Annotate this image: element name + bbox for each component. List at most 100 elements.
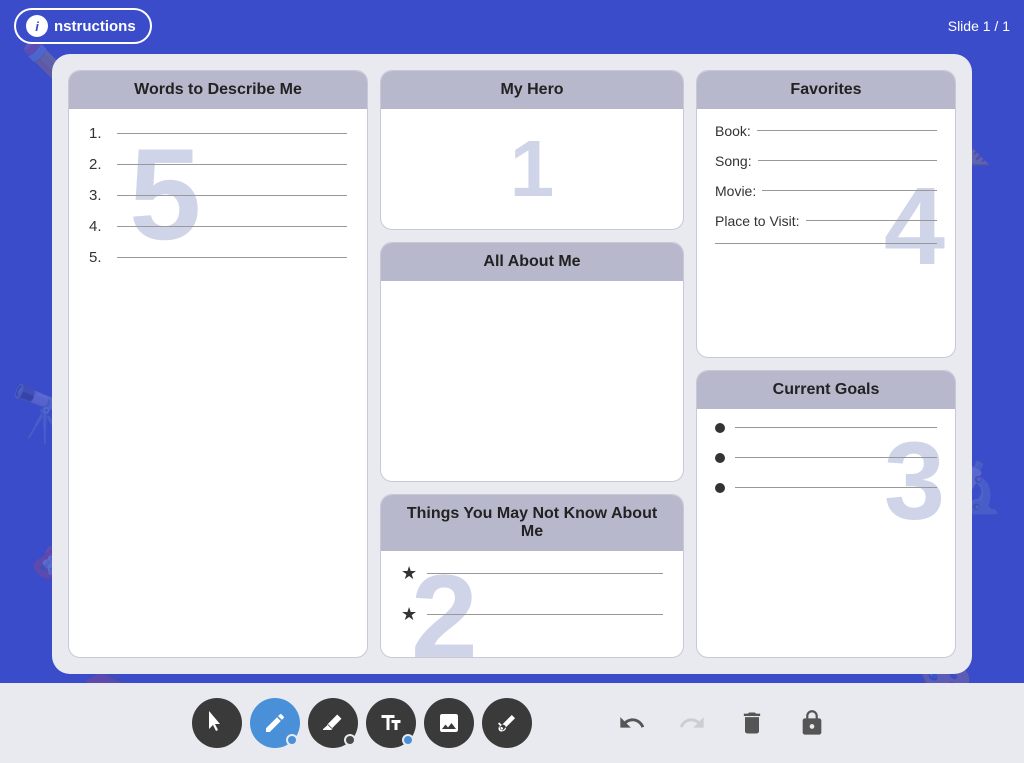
toolbar-tools	[192, 698, 532, 748]
describe-item-5: 5.	[89, 249, 347, 266]
goal-line-2	[735, 457, 937, 458]
goal-bullet-3	[715, 483, 725, 493]
describe-line-1	[117, 133, 347, 134]
goal-item-3	[715, 483, 937, 493]
eraser-tool-button[interactable]	[308, 698, 358, 748]
goal-bullet-2	[715, 453, 725, 463]
middle-column: My Hero 1 All About Me	[380, 70, 684, 482]
describe-line-5	[117, 257, 347, 258]
fav-book-label: Book:	[715, 123, 751, 139]
current-goals-panel: Current Goals 3	[696, 370, 956, 658]
lock-icon	[798, 709, 826, 737]
words-to-describe-panel: Words to Describe Me 5 1. 2. 3.	[68, 70, 368, 658]
delete-button[interactable]	[732, 703, 772, 743]
eraser-dot	[344, 734, 356, 746]
delete-icon	[738, 709, 766, 737]
all-about-me-panel: All About Me	[380, 242, 684, 482]
fav-song-line	[758, 160, 937, 161]
watermark-1: 1	[510, 123, 555, 215]
describe-item-4: 4.	[89, 218, 347, 235]
fav-movie-line	[762, 190, 937, 191]
describe-line-3	[117, 195, 347, 196]
describe-item-1: 1.	[89, 125, 347, 142]
shape-eraser-icon	[495, 711, 519, 735]
right-column: Favorites 4 Book: Song: Movie:	[696, 70, 956, 658]
instructions-button[interactable]: i nstructions	[14, 8, 152, 44]
text-icon	[379, 711, 403, 735]
things-body: 2 ★ ★	[381, 551, 683, 657]
main-content: Words to Describe Me 5 1. 2. 3.	[0, 52, 1024, 683]
pen-dot	[286, 734, 298, 746]
top-bar: i nstructions Slide 1 / 1	[0, 0, 1024, 52]
fav-place-line	[806, 220, 937, 221]
toolbar-actions	[612, 703, 832, 743]
current-goals-header: Current Goals	[697, 371, 955, 409]
describe-num-1: 1.	[89, 125, 113, 142]
favorites-panel: Favorites 4 Book: Song: Movie:	[696, 70, 956, 358]
cursor-tool-button[interactable]	[192, 698, 242, 748]
redo-button[interactable]	[672, 703, 712, 743]
star-2: ★	[401, 604, 417, 625]
pen-tool-button[interactable]	[250, 698, 300, 748]
fav-book: Book:	[715, 123, 937, 139]
left-column: Words to Describe Me 5 1. 2. 3.	[68, 70, 368, 658]
goal-line-1	[735, 427, 937, 428]
fav-movie-label: Movie:	[715, 183, 756, 199]
bottom-section: Things You May Not Know About Me 2 ★ ★	[380, 494, 684, 658]
slide-card: Words to Describe Me 5 1. 2. 3.	[52, 54, 972, 674]
favorites-body: 4 Book: Song: Movie: Place to Visit:	[697, 109, 955, 272]
star-1: ★	[401, 563, 417, 584]
fav-place-label: Place to Visit:	[715, 213, 800, 229]
undo-icon	[618, 709, 646, 737]
my-hero-header: My Hero	[381, 71, 683, 109]
my-hero-panel: My Hero 1	[380, 70, 684, 230]
fav-extra-line	[715, 243, 937, 244]
things-item-1: ★	[401, 563, 663, 584]
cursor-icon	[205, 711, 229, 735]
text-dot	[402, 734, 414, 746]
redo-icon	[678, 709, 706, 737]
info-icon: i	[26, 15, 48, 37]
my-hero-body: 1	[381, 109, 683, 229]
things-item-2: ★	[401, 604, 663, 625]
things-header: Things You May Not Know About Me	[381, 495, 683, 551]
fav-song: Song:	[715, 153, 937, 169]
toolbar	[0, 683, 1024, 763]
describe-line-2	[117, 164, 347, 165]
shape-eraser-tool-button[interactable]	[482, 698, 532, 748]
pen-icon	[263, 711, 287, 735]
fav-song-label: Song:	[715, 153, 752, 169]
all-about-me-header: All About Me	[381, 243, 683, 281]
fav-place: Place to Visit:	[715, 213, 937, 229]
words-to-describe-body: 5 1. 2. 3.	[69, 109, 367, 296]
image-tool-button[interactable]	[424, 698, 474, 748]
words-to-describe-header: Words to Describe Me	[69, 71, 367, 109]
goal-item-2	[715, 453, 937, 463]
all-about-me-body	[381, 281, 683, 441]
image-icon	[437, 711, 461, 735]
fav-extra	[715, 243, 937, 244]
things-line-2	[427, 614, 663, 615]
describe-item-3: 3.	[89, 187, 347, 204]
undo-button[interactable]	[612, 703, 652, 743]
instructions-label: nstructions	[54, 18, 136, 35]
eraser-icon	[321, 711, 345, 735]
fav-movie: Movie:	[715, 183, 937, 199]
describe-list: 1. 2. 3. 4.	[89, 125, 347, 266]
describe-num-5: 5.	[89, 249, 113, 266]
things-line-1	[427, 573, 663, 574]
text-tool-button[interactable]	[366, 698, 416, 748]
describe-num-4: 4.	[89, 218, 113, 235]
describe-num-3: 3.	[89, 187, 113, 204]
goal-bullet-1	[715, 423, 725, 433]
describe-line-4	[117, 226, 347, 227]
lock-button[interactable]	[792, 703, 832, 743]
favorites-header: Favorites	[697, 71, 955, 109]
things-panel: Things You May Not Know About Me 2 ★ ★	[380, 494, 684, 658]
slide-indicator: Slide 1 / 1	[948, 18, 1010, 34]
fav-book-line	[757, 130, 937, 131]
goals-body: 3	[697, 409, 955, 527]
goal-item-1	[715, 423, 937, 433]
goal-line-3	[735, 487, 937, 488]
describe-item-2: 2.	[89, 156, 347, 173]
